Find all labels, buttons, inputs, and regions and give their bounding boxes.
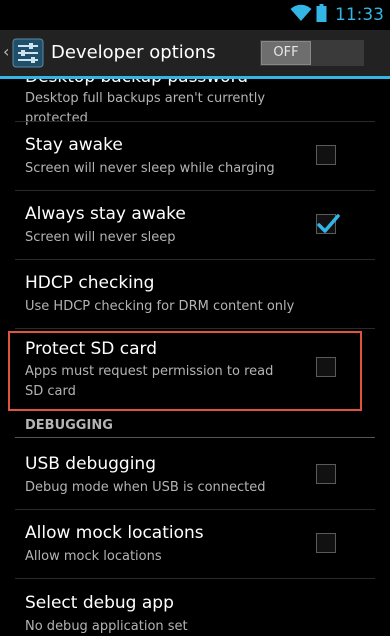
- section-divider: [15, 437, 375, 438]
- checkmark-icon: [317, 214, 340, 233]
- developer-settings-icon[interactable]: [12, 38, 44, 68]
- highlight-box: [8, 331, 362, 411]
- pref-title: Desktop backup password: [25, 79, 248, 87]
- pref-always-stay-awake[interactable]: Always stay awake Screen will never slee…: [0, 191, 390, 259]
- battery-icon: [316, 4, 327, 26]
- status-icons: 11:33: [290, 4, 384, 26]
- pref-select-debug-app[interactable]: Select debug app No debug application se…: [0, 579, 390, 636]
- up-caret-icon[interactable]: ‹: [3, 43, 9, 61]
- status-bar: 11:33: [0, 0, 390, 30]
- pref-title: USB debugging: [25, 454, 156, 474]
- pref-allow-mock-locations[interactable]: Allow mock locations Allow mock location…: [0, 510, 390, 578]
- pref-title: Allow mock locations: [25, 523, 204, 543]
- pref-title: HDCP checking: [25, 273, 155, 293]
- stay-awake-checkbox[interactable]: [316, 145, 336, 165]
- always-stay-awake-checkbox[interactable]: [316, 214, 340, 234]
- pref-stay-awake[interactable]: Stay awake Screen will never sleep while…: [0, 122, 390, 190]
- pref-desktop-backup-password[interactable]: Desktop backup password Desktop full bac…: [0, 79, 390, 126]
- settings-list: Desktop backup password Desktop full bac…: [0, 79, 390, 636]
- wifi-icon: [290, 4, 312, 26]
- allow-mock-locations-checkbox[interactable]: [316, 533, 336, 553]
- action-bar: ‹ Developer options OFF: [0, 30, 390, 76]
- pref-title: Stay awake: [25, 135, 123, 155]
- usb-debugging-checkbox[interactable]: [316, 464, 336, 484]
- pref-usb-debugging[interactable]: USB debugging Debug mode when USB is con…: [0, 441, 390, 509]
- pref-hdcp-checking[interactable]: HDCP checking Use HDCP checking for DRM …: [0, 260, 390, 328]
- pref-summary: Allow mock locations: [25, 549, 162, 564]
- pref-summary: No debug application set: [25, 619, 188, 634]
- page-title: Developer options: [51, 42, 216, 63]
- pref-title: Always stay awake: [25, 204, 186, 224]
- toggle-thumb: OFF: [261, 41, 311, 65]
- status-time: 11:33: [335, 5, 384, 25]
- pref-title: Select debug app: [25, 593, 174, 613]
- pref-summary: Screen will never sleep: [25, 230, 176, 245]
- pref-summary: Use HDCP checking for DRM content only: [25, 299, 295, 314]
- section-header-debugging: DEBUGGING: [25, 418, 113, 433]
- pref-summary: Screen will never sleep while charging: [25, 161, 275, 176]
- list-divider: [15, 328, 375, 329]
- developer-options-toggle[interactable]: OFF: [260, 40, 364, 66]
- pref-summary: Debug mode when USB is connected: [25, 480, 266, 495]
